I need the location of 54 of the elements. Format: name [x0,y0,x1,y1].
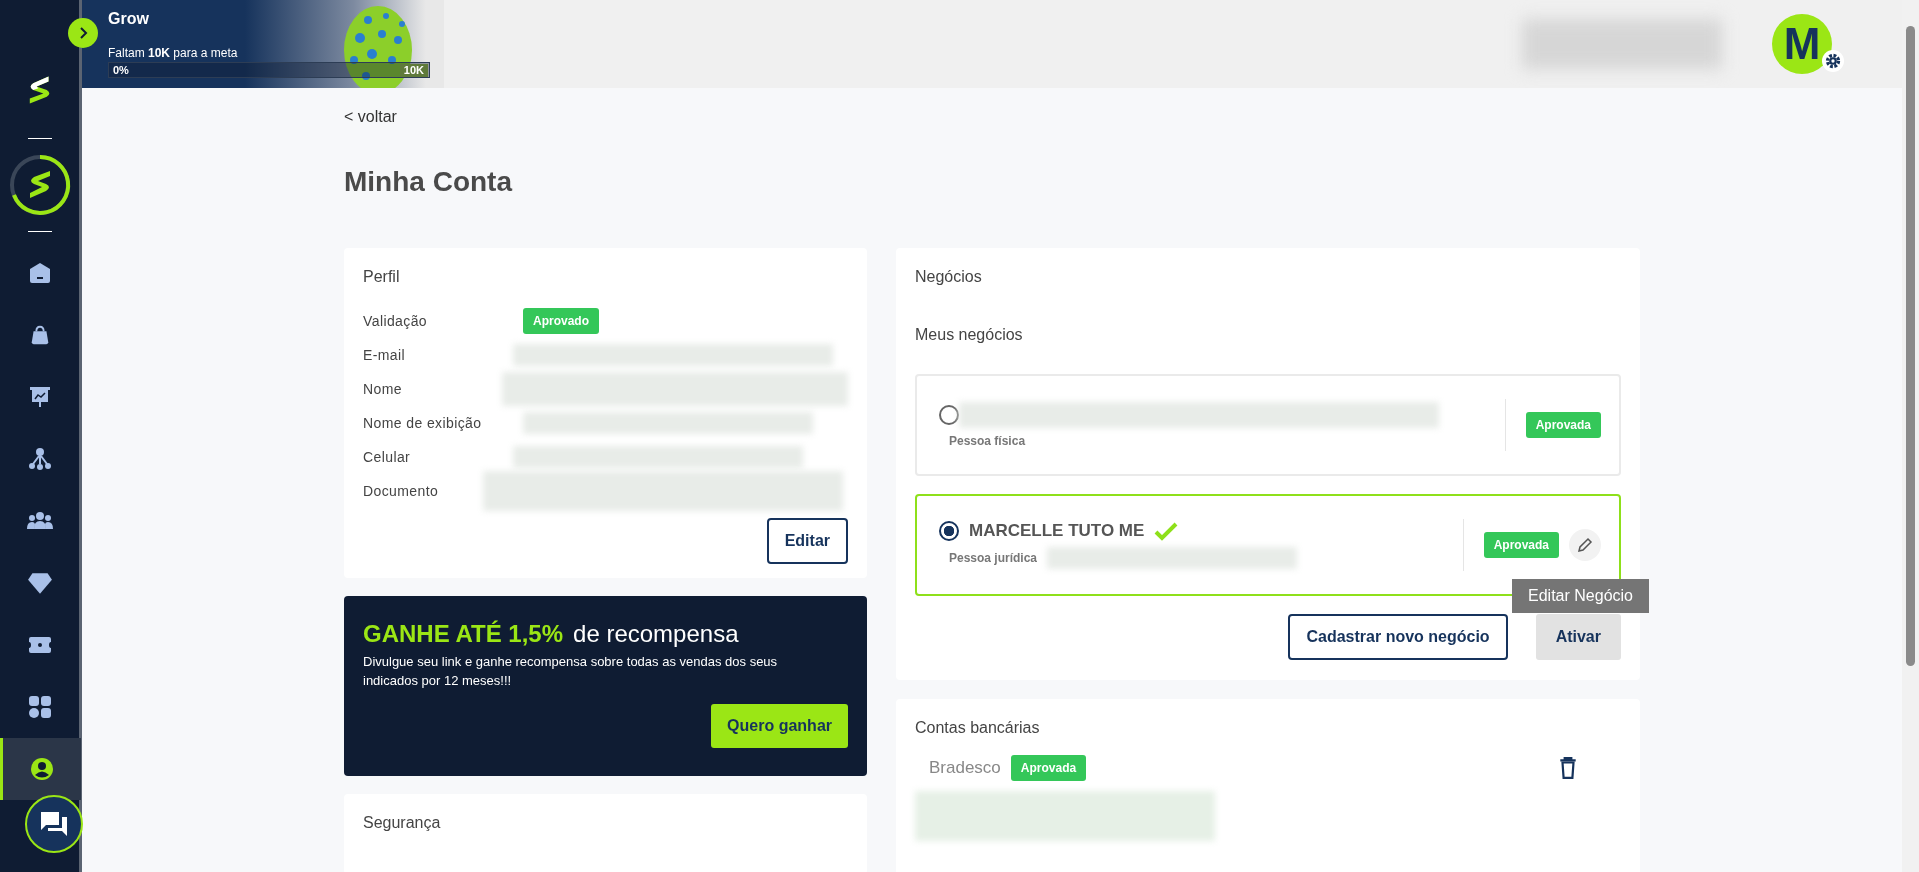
goal-text: Faltam 10K para a meta [108,46,239,60]
field-label: Validação [363,313,429,329]
settings-icon[interactable] [1822,50,1844,72]
section-subtitle: Meus negócios [915,325,1024,344]
business-type: Pessoa física [949,434,1026,448]
radio-button[interactable] [939,521,959,541]
bank-name: Bradesco [928,758,1001,778]
field-label: Nome [363,381,403,397]
card-title: Segurança [363,814,442,832]
activate-button[interactable]: Ativar [1535,614,1621,660]
progress-ring-icon [7,153,72,217]
expand-button[interactable] [68,18,98,48]
field-label: E-mail [363,347,407,363]
edit-business-button[interactable] [1569,529,1601,561]
ticket-icon [27,635,52,655]
diamond-icon [26,571,53,595]
user-avatar[interactable]: M [1772,14,1832,74]
apps-grid-icon [27,695,52,719]
pencil-icon [1577,537,1593,553]
edit-button[interactable]: Editar [766,518,848,564]
scrollbar[interactable] [1902,0,1919,872]
page-title: Minha Conta [344,166,514,198]
tooltip: Editar Negócio [1512,579,1649,613]
new-business-button[interactable]: Cadastrar novo negócio [1288,614,1508,660]
user-icon [29,757,54,781]
presentation-board-icon [27,385,52,409]
people-icon [25,511,54,531]
chevron-right-icon [78,27,88,39]
field-label: Nome de exibição [363,415,483,431]
status-badge: Aprovada [1010,755,1087,781]
network-icon [27,447,52,471]
business-option[interactable]: Pessoa física Aprovada [915,374,1621,476]
business-name: MARCELLE TUTO ME [969,521,1145,541]
promo-headline: de recompensa [573,620,739,648]
home-icon [27,261,52,285]
status-badge: Aprovada [1525,412,1601,438]
business-type: Pessoa jurídica [949,551,1038,565]
claim-button[interactable]: Quero ganhar [711,704,848,748]
chat-button[interactable] [25,795,83,853]
progress-start-label: 0% [112,63,130,77]
status-badge: Aprovado [523,308,599,334]
field-label: Documento [363,483,440,499]
status-badge: Aprovada [1483,532,1559,558]
back-link[interactable]: < voltar [344,108,1902,126]
field-label: Celular [363,449,412,465]
card-title: Negócios [915,268,983,286]
card-title: Perfil [363,268,401,286]
card-title: Contas bancárias [915,719,1041,737]
grow-title: Grow [108,10,150,28]
promo-highlight: GANHE ATÉ 1,5% [363,620,564,648]
promo-text: Divulgue seu link e ganhe recompensa sobre todas as vendas dos seus indicados por 12 meses!!! [363,653,779,690]
nav-item[interactable] [0,738,81,800]
chat-icon [39,810,69,838]
delete-icon[interactable] [1559,757,1577,779]
